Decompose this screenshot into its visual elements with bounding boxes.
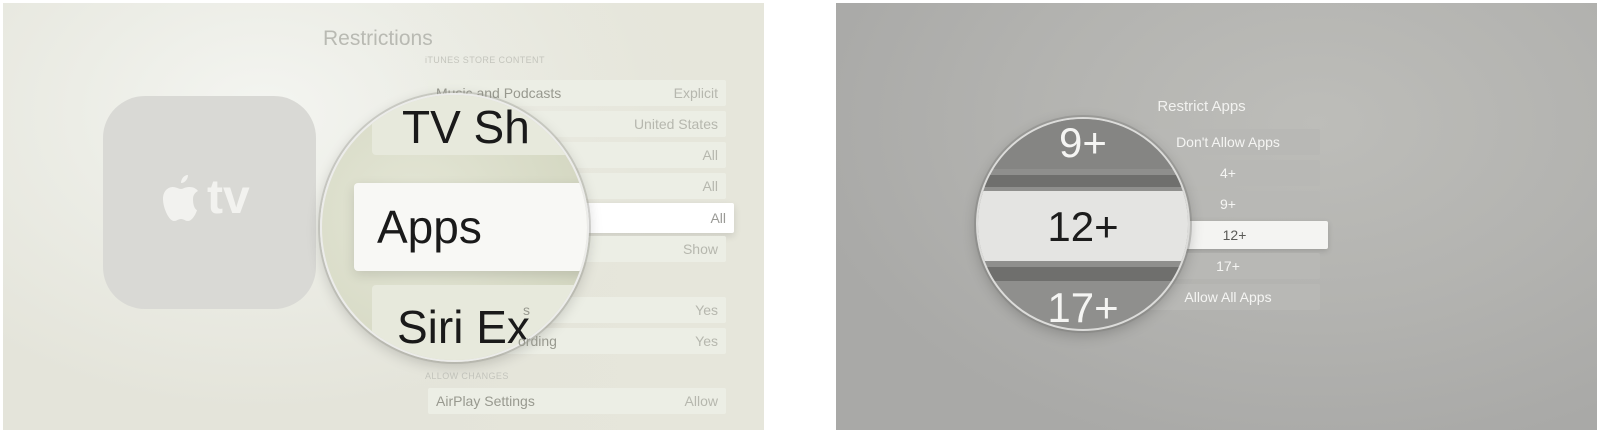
setting-value: Show <box>682 241 718 257</box>
row-label-fragment: s <box>523 302 530 318</box>
apple-tv-app-icon: tv <box>103 96 316 309</box>
magnifier-lens-right: 9+ 12+ 17+ <box>976 117 1190 331</box>
page-title: Restrictions <box>323 27 433 50</box>
magnified-9-plus: 9+ <box>1059 119 1107 166</box>
magnified-apps-text: Apps <box>377 201 482 253</box>
option-label: 12+ <box>1222 227 1247 243</box>
setting-value: All <box>702 147 718 163</box>
setting-value: All <box>702 178 718 194</box>
restrict-apps-screen: Restrict Apps Don't Allow Apps 4+ 9+ 12+… <box>836 3 1597 430</box>
setting-value: United States <box>633 116 718 132</box>
magnified-12-plus: 12+ <box>1047 203 1119 250</box>
magnified-row <box>978 267 1188 281</box>
option-label: 17+ <box>1216 258 1240 274</box>
setting-row-airplay[interactable]: AirPlay Settings Allow <box>428 388 726 414</box>
magnified-siri-text: Siri Ex <box>397 301 530 353</box>
apple-logo-icon <box>163 175 198 221</box>
magnified-row <box>978 175 1188 187</box>
tv-logo-text: tv <box>207 171 250 224</box>
section-header-allow-changes: ALLOW CHANGES <box>425 371 509 381</box>
magnified-17-plus: 17+ <box>1047 284 1119 331</box>
magnified-tv-shows-text: TV Sh <box>402 101 530 153</box>
setting-value: All <box>710 210 726 226</box>
setting-label: AirPlay Settings <box>436 393 535 409</box>
restrictions-screen: Restrictions iTUNES STORE CONTENT tv Mus… <box>3 3 764 430</box>
option-label: Allow All Apps <box>1184 289 1272 305</box>
setting-value: Allow <box>684 393 718 409</box>
page-title: Restrict Apps <box>1157 98 1246 115</box>
section-header-content: iTUNES STORE CONTENT <box>425 55 545 65</box>
magnifier-lens-left: TV Sh Apps Siri Ex <box>320 93 589 362</box>
option-label: 9+ <box>1220 196 1236 212</box>
option-label: 4+ <box>1220 165 1236 181</box>
option-label: Don't Allow Apps <box>1176 134 1280 150</box>
setting-value: Yes <box>695 302 718 318</box>
row-label-fragment: ording <box>518 333 557 349</box>
setting-value: Yes <box>695 333 718 349</box>
setting-value: Explicit <box>673 85 718 101</box>
